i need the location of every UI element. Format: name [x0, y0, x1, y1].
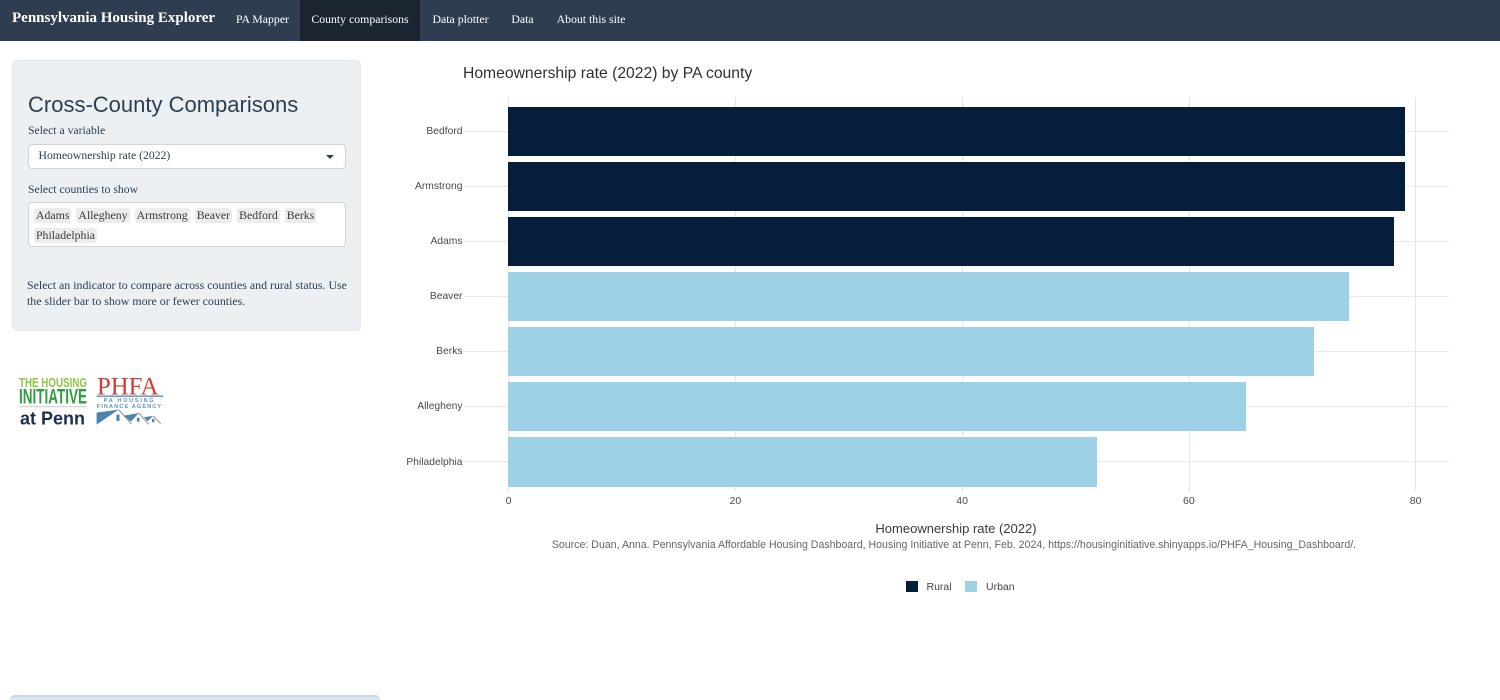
svg-text:FINANCE AGENCY: FINANCE AGENCY: [97, 404, 163, 410]
svg-text:at Penn: at Penn: [20, 408, 85, 428]
svg-text:INITIATIVE: INITIATIVE: [19, 386, 87, 409]
